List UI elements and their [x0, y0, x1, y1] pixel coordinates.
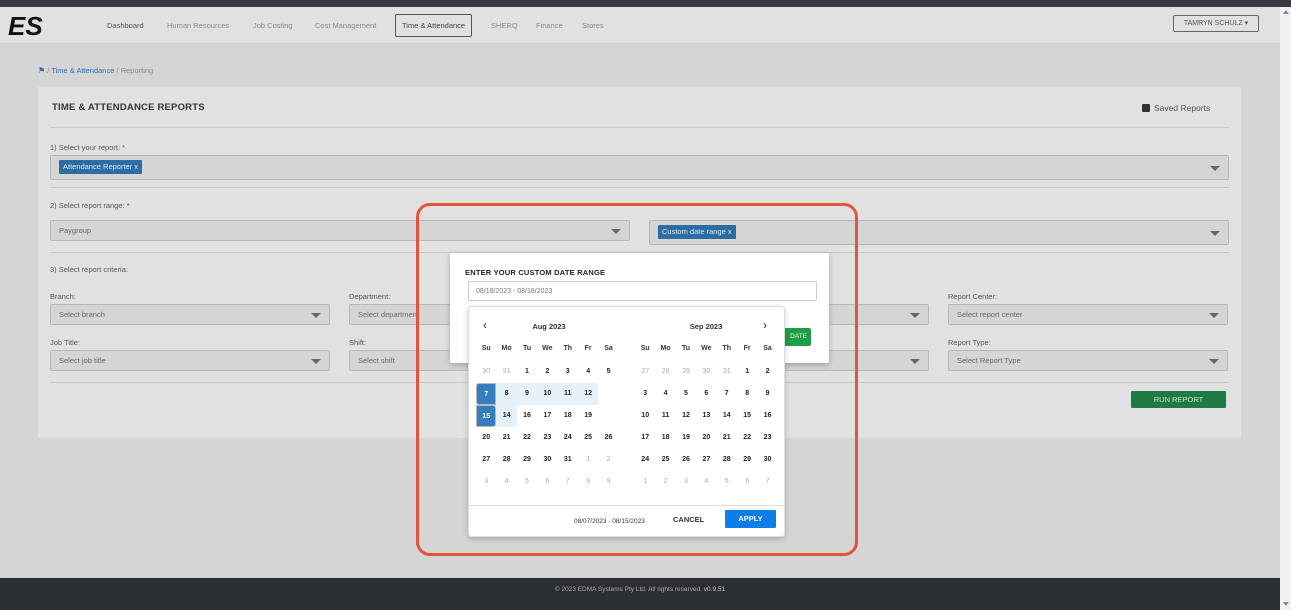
- department-placeholder: Select department: [358, 310, 419, 319]
- home-icon[interactable]: ⚑: [38, 66, 45, 75]
- nav-finance[interactable]: Finance: [536, 21, 563, 30]
- navbar: ES Dashboard Human Resources Job Costing…: [0, 7, 1280, 44]
- shift-label: Shift:: [349, 338, 367, 347]
- step3-label: 3) Select report criteria:: [50, 265, 128, 274]
- run-report-button[interactable]: RUN REPORT: [1131, 391, 1226, 408]
- report-type-select[interactable]: Select Report Type: [948, 350, 1228, 371]
- report-type-placeholder: Select Report Type: [957, 356, 1021, 365]
- logo[interactable]: ES: [8, 13, 70, 39]
- nav-job-costing[interactable]: Job Costing: [253, 21, 293, 30]
- department-label: Department:: [349, 292, 391, 301]
- footer-text: © 2023 EDMA Systems Pty Ltd. All rights …: [554, 586, 704, 593]
- breadcrumb-current: Reporting: [120, 66, 154, 75]
- nav-dashboard[interactable]: Dashboard: [107, 21, 144, 30]
- highlight-annotation: [416, 203, 858, 556]
- scroll-down-icon[interactable]: [1283, 602, 1289, 606]
- range-type-value: Paygroup: [59, 226, 92, 235]
- chevron-down-icon: [910, 359, 920, 364]
- saved-reports-label: Saved Reports: [1154, 103, 1211, 113]
- breadcrumb-sep: /: [47, 66, 50, 75]
- top-strip: [0, 0, 1291, 7]
- chevron-down-icon: [1210, 231, 1220, 236]
- job-title-placeholder: Select job title: [59, 356, 106, 365]
- save-icon: [1142, 104, 1150, 112]
- report-tag[interactable]: Attendance Reporter x: [59, 160, 143, 174]
- report-select[interactable]: Attendance Reporter x: [50, 155, 1229, 180]
- footer: © 2023 EDMA Systems Pty Ltd. All rights …: [0, 578, 1280, 610]
- branch-select[interactable]: Select branch: [50, 304, 330, 325]
- branch-label: Branch:: [50, 292, 76, 301]
- shift-placeholder: Select shift: [358, 356, 395, 365]
- job-title-select[interactable]: Select job title: [50, 350, 330, 371]
- breadcrumb-link-time-attendance[interactable]: Time & Attendance: [51, 66, 114, 75]
- report-center-label: Report Center:: [948, 292, 998, 301]
- svg-text:ES: ES: [8, 13, 43, 39]
- report-center-placeholder: Select report center: [957, 310, 1023, 319]
- saved-reports-link[interactable]: Saved Reports: [1142, 103, 1210, 113]
- nav-time-attendance[interactable]: Time & Attendance: [395, 14, 473, 37]
- chevron-down-icon: [910, 313, 920, 318]
- chevron-down-icon: [311, 313, 321, 318]
- report-type-label: Report Type:: [948, 338, 991, 347]
- divider: [50, 127, 1229, 128]
- chevron-down-icon: [1210, 166, 1220, 171]
- nav-stores[interactable]: Stores: [582, 21, 604, 30]
- step1-label: 1) Select your report: *: [50, 143, 126, 152]
- page-scrollbar[interactable]: [1280, 7, 1291, 610]
- page-title: TIME & ATTENDANCE REPORTS: [52, 102, 205, 113]
- breadcrumb: ⚑ / Time & Attendance / Reporting: [38, 66, 153, 75]
- scroll-up-icon[interactable]: [1283, 10, 1289, 14]
- report-center-select[interactable]: Select report center: [948, 304, 1228, 325]
- chevron-down-icon: [1209, 313, 1219, 318]
- breadcrumb-sep: /: [116, 66, 119, 75]
- nav-sherq[interactable]: SHERQ: [491, 21, 518, 30]
- user-menu-button[interactable]: TAMRYN SCHULZ ▾: [1173, 15, 1259, 32]
- nav-cost-management[interactable]: Cost Management: [315, 21, 376, 30]
- version: v0.9.51: [703, 586, 726, 593]
- chevron-down-icon: [1209, 359, 1219, 364]
- step2-label: 2) Select report range: *: [50, 201, 130, 210]
- job-title-label: Job Title:: [50, 338, 81, 347]
- chevron-down-icon: [311, 359, 321, 364]
- branch-placeholder: Select branch: [59, 310, 105, 319]
- nav-human-resources[interactable]: Human Resources: [167, 21, 229, 30]
- divider: [50, 187, 1229, 188]
